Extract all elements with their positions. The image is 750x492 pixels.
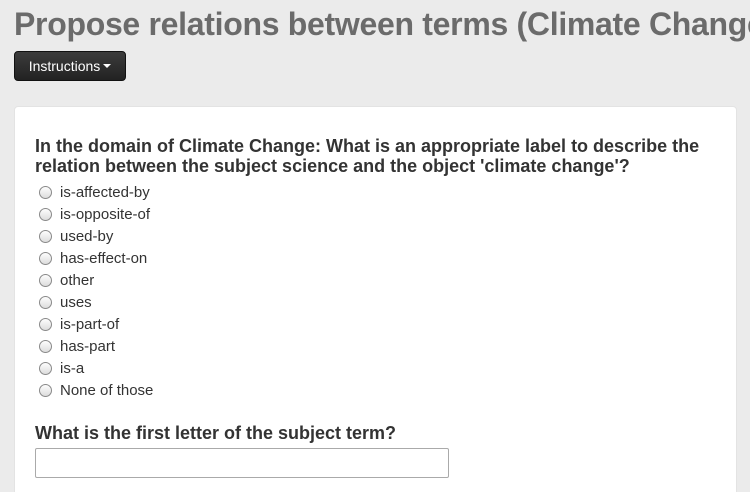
question-first-letter: What is the first letter of the subject … — [35, 423, 397, 443]
option-label: is-part-of — [60, 315, 120, 333]
option-label: is-opposite-of — [60, 205, 151, 223]
option-label: used-by — [60, 227, 114, 245]
radio-button[interactable] — [39, 185, 52, 199]
instructions-dropdown-button[interactable]: Instructions — [14, 51, 126, 81]
option-label: other — [60, 271, 95, 289]
relation-options: is-affected-by is-opposite-of used-by ha… — [39, 181, 153, 401]
option-used-by[interactable]: used-by — [39, 225, 153, 247]
option-is-opposite-of[interactable]: is-opposite-of — [39, 203, 153, 225]
option-label: is-a — [60, 359, 85, 377]
page-title: Propose relations between terms (Climate… — [14, 6, 750, 42]
option-uses[interactable]: uses — [39, 291, 153, 313]
option-is-a[interactable]: is-a — [39, 357, 153, 379]
option-has-effect-on[interactable]: has-effect-on — [39, 247, 153, 269]
option-other[interactable]: other — [39, 269, 153, 291]
radio-button[interactable] — [39, 229, 52, 243]
instructions-label: Instructions — [28, 58, 101, 74]
radio-button[interactable] — [39, 295, 52, 309]
option-label: has-part — [60, 337, 116, 355]
option-label: is-affected-by — [60, 183, 150, 201]
radio-button[interactable] — [39, 317, 52, 331]
radio-button[interactable] — [39, 383, 52, 397]
question-relation-label: In the domain of Climate Change: What is… — [35, 136, 700, 176]
caret-down-icon — [103, 64, 112, 68]
radio-button[interactable] — [39, 361, 52, 375]
option-label: has-effect-on — [60, 249, 148, 267]
option-label: None of those — [60, 381, 154, 399]
radio-button[interactable] — [39, 339, 52, 353]
radio-button[interactable] — [39, 207, 52, 221]
option-label: uses — [60, 293, 92, 311]
question-card: In the domain of Climate Change: What is… — [14, 106, 737, 492]
option-is-affected-by[interactable]: is-affected-by — [39, 181, 153, 203]
radio-button[interactable] — [39, 251, 52, 265]
option-is-part-of[interactable]: is-part-of — [39, 313, 153, 335]
radio-button[interactable] — [39, 273, 52, 287]
option-none-of-those[interactable]: None of those — [39, 379, 153, 401]
option-has-part[interactable]: has-part — [39, 335, 153, 357]
first-letter-input[interactable] — [35, 448, 449, 478]
